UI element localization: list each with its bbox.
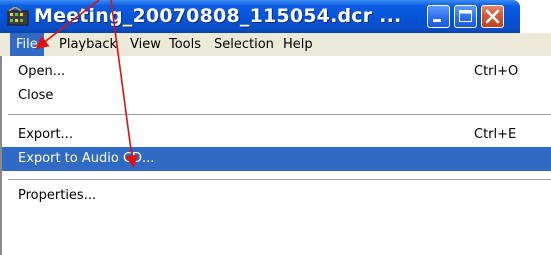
menu-item-close[interactable]: Close xyxy=(2,84,551,108)
minimize-button[interactable] xyxy=(427,5,450,28)
maximize-button[interactable] xyxy=(454,5,477,28)
menu-view[interactable]: View xyxy=(124,33,167,56)
menu-separator xyxy=(8,179,551,180)
menu-help[interactable]: Help xyxy=(277,33,319,56)
menu-item-shortcut: Ctrl+E xyxy=(474,127,517,142)
menu-item-label: Properties... xyxy=(18,188,97,203)
close-button[interactable] xyxy=(481,5,504,28)
menu-item-export[interactable]: Export... Ctrl+E xyxy=(2,123,551,147)
menu-item-open[interactable]: Open... Ctrl+O xyxy=(2,60,551,84)
camtasia-filmstrip-icon[interactable] xyxy=(7,7,29,27)
close-icon xyxy=(485,9,500,24)
maximize-icon xyxy=(459,10,472,22)
file-menu-dropdown: Open... Ctrl+O Close Export... Ctrl+E Ex… xyxy=(0,56,551,255)
menu-item-label: Open... xyxy=(18,64,66,79)
menu-item-export-audio-cd[interactable]: Export to Audio CD... xyxy=(2,147,551,171)
menu-selection[interactable]: Selection xyxy=(208,33,280,56)
menu-item-shortcut: Ctrl+O xyxy=(474,64,519,79)
menu-tools[interactable]: Tools xyxy=(163,33,207,56)
minimize-icon xyxy=(433,19,441,22)
menu-file[interactable]: File xyxy=(10,33,44,56)
application-window: Meeting_20070808_115054.dcr ... File Pla… xyxy=(0,0,551,255)
title-bar[interactable]: Meeting_20070808_115054.dcr ... xyxy=(0,0,520,33)
menu-item-label: Close xyxy=(18,88,54,103)
menu-item-label: Export... xyxy=(18,127,73,142)
menu-bar: File Playback View Tools Selection Help xyxy=(0,33,551,56)
menu-separator xyxy=(8,114,551,115)
menu-playback[interactable]: Playback xyxy=(53,33,123,56)
menu-item-label: Export to Audio CD... xyxy=(18,151,155,166)
window-title: Meeting_20070808_115054.dcr ... xyxy=(34,5,402,27)
menu-item-properties[interactable]: Properties... xyxy=(2,184,551,208)
